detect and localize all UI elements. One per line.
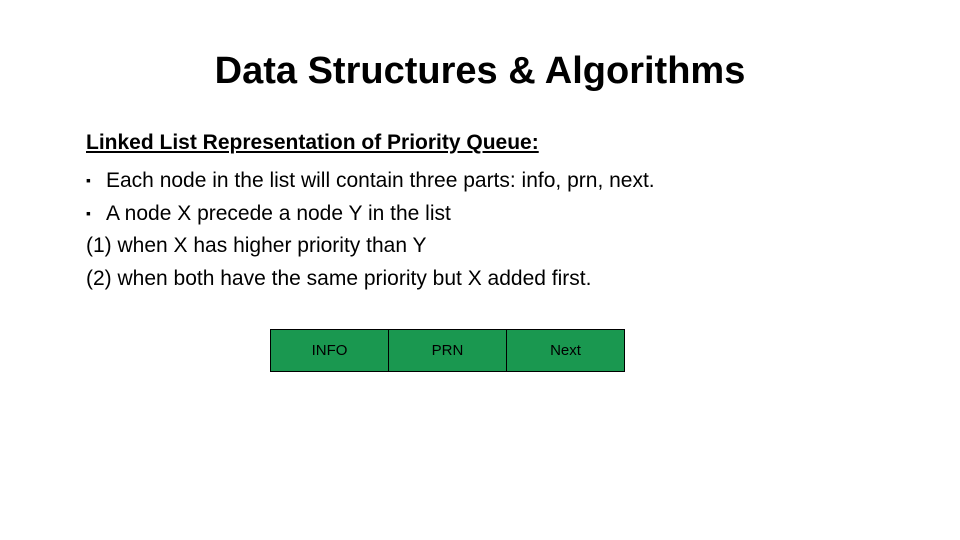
section-subtitle: Linked List Representation of Priority Q… bbox=[86, 131, 880, 155]
numbered-line: (2) when both have the same priority but… bbox=[86, 263, 880, 296]
bullet-line: A node X precede a node Y in the list bbox=[86, 198, 880, 231]
numbered-line: (1) when X has higher priority than Y bbox=[86, 230, 880, 263]
node-cell-prn: PRN bbox=[389, 330, 507, 372]
node-cell-next: Next bbox=[507, 330, 625, 372]
page-title: Data Structures & Algorithms bbox=[80, 50, 880, 93]
body-text: Linked List Representation of Priority Q… bbox=[80, 131, 880, 295]
node-cell-info: INFO bbox=[271, 330, 389, 372]
node-diagram: INFO PRN Next bbox=[270, 329, 625, 372]
node-row: INFO PRN Next bbox=[271, 330, 625, 372]
slide: Data Structures & Algorithms Linked List… bbox=[0, 0, 960, 540]
bullet-line: Each node in the list will contain three… bbox=[86, 165, 880, 198]
